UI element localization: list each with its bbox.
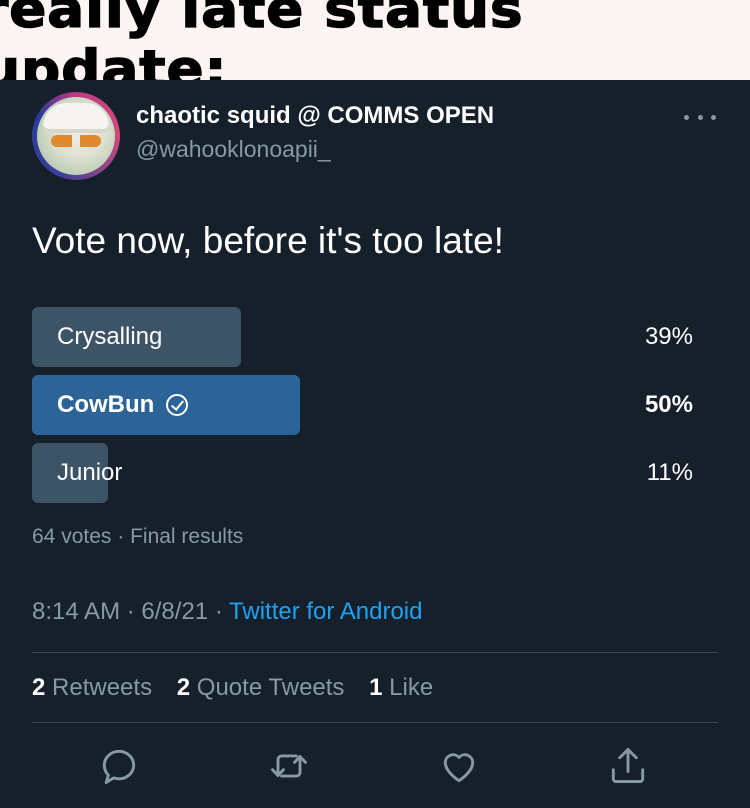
avatar-hair-shape (43, 103, 109, 133)
poll-meta: 64 votes · Final results (32, 525, 243, 549)
retweet-icon (271, 754, 307, 778)
avatar-image (37, 97, 115, 175)
poll-option-junior[interactable]: Junior 11% (32, 443, 718, 503)
poll-option-percent: 11% (646, 459, 693, 486)
poll-option-crysalling[interactable]: Crysalling 39% (32, 307, 718, 367)
tweet-date[interactable]: 6/8/21 (141, 598, 208, 625)
check-circle-icon (166, 394, 189, 416)
avatar-glasses-shape (51, 135, 101, 147)
tweet-text: Vote now, before it's too late! (32, 220, 504, 261)
tweet-time[interactable]: 8:14 AM (32, 598, 120, 625)
share-icon (611, 748, 645, 784)
poll-option-label: Junior (57, 459, 123, 486)
separator: · (126, 598, 135, 625)
separator: · (117, 525, 125, 548)
more-dots-icon (697, 114, 703, 120)
user-handle[interactable]: @wahooklonoapii_ (136, 136, 331, 163)
quote-tweets-stat[interactable]: 2 Quote Tweets (177, 674, 345, 701)
more-dots-icon (684, 114, 689, 120)
divider (32, 722, 718, 723)
tweet: chaotic squid @ COMMS OPEN @wahooklonoap… (0, 80, 750, 808)
display-name[interactable]: chaotic squid @ COMMS OPEN (136, 102, 494, 130)
poll-option-percent: 50% (644, 391, 693, 418)
retweets-stat[interactable]: 2 Retweets (32, 674, 152, 701)
poll-status: Final results (130, 525, 244, 548)
poll-option-cowbun[interactable]: CowBun 50% (32, 375, 718, 435)
likes-stat[interactable]: 1 Like (369, 674, 433, 701)
separator: · (214, 598, 223, 625)
share-button[interactable] (606, 744, 650, 788)
retweet-button[interactable] (267, 744, 311, 788)
heart-icon (443, 753, 475, 783)
avatar[interactable] (32, 92, 120, 180)
tweet-source-link[interactable]: Twitter for Android (229, 598, 422, 625)
more-dots-icon (711, 114, 716, 120)
reply-button[interactable] (97, 744, 141, 788)
poll-option-label: Crysalling (57, 323, 163, 350)
like-button[interactable] (437, 744, 481, 788)
more-options-button[interactable] (684, 112, 716, 122)
tweet-actions (0, 740, 750, 790)
tweet-stats: 2 Retweets 2 Quote Tweets 1 Like (32, 674, 451, 702)
poll-option-label: CowBun (57, 375, 189, 435)
reply-icon (102, 749, 136, 784)
poll-option-percent: 39% (644, 323, 693, 350)
meme-caption: really late status update: (0, 0, 750, 101)
divider (32, 652, 718, 653)
poll-votes: 64 votes (32, 525, 112, 548)
tweet-timestamp: 8:14 AM · 6/8/21 · Twitter for Android (32, 598, 422, 626)
